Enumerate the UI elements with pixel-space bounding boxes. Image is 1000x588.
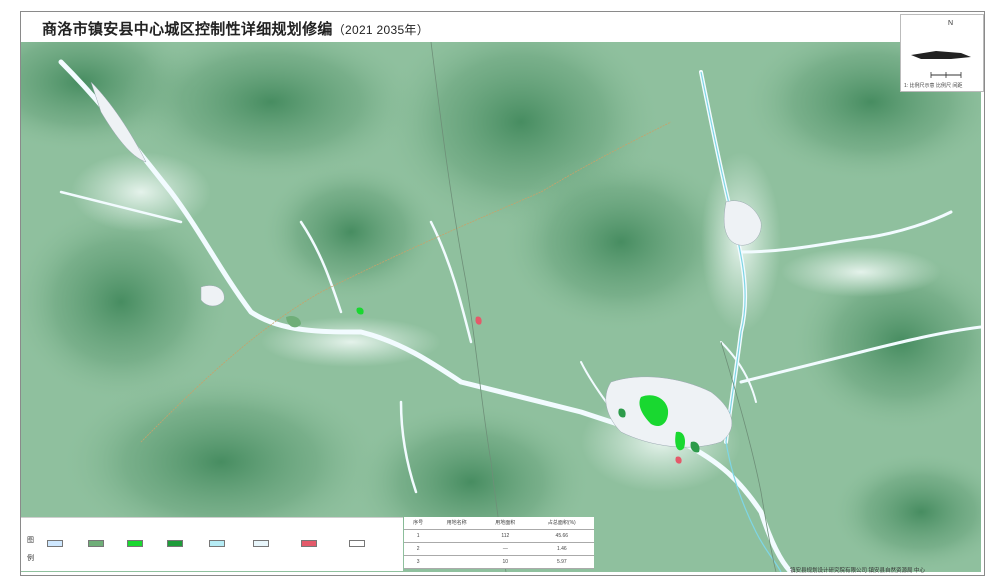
table-cell: 1.46: [529, 542, 594, 556]
table-cell: [432, 529, 481, 543]
north-arrow-panel: N 1: 比例尺示意 比例尺 间距: [900, 14, 984, 92]
table-cell: 45.66: [529, 529, 594, 543]
table-row: 2 — 1.46: [404, 542, 594, 556]
title-main: 商洛市镇安县中心城区控制性详细规划修编: [42, 21, 333, 38]
legend-swatch: [167, 540, 183, 547]
table-cell: 10: [481, 555, 530, 570]
legend-item-5: [209, 538, 251, 548]
land-use-table: 序号 用地名称 用地面积 占总面积(%) 1 112 45.66 2 — 1.4…: [404, 517, 594, 570]
scale-bar-icon: [911, 51, 971, 78]
legend-item-7: [301, 538, 343, 548]
legend-swatch: [209, 540, 225, 547]
table-cell: —: [481, 542, 530, 556]
table-cell: 5.97: [529, 555, 594, 570]
map-legend: 图 例: [21, 517, 403, 571]
legend-swatch: [47, 540, 63, 547]
legend-item-8: [349, 538, 391, 548]
terrain-map[interactable]: [21, 42, 981, 572]
map-title: 商洛市镇安县中心城区控制性详细规划修编（2021 2035年）: [42, 18, 429, 39]
table-cell: [432, 555, 481, 570]
legend-item-6: [253, 538, 295, 548]
table-header-row: 序号 用地名称 用地面积 占总面积(%): [404, 517, 594, 530]
legend-swatch: [301, 540, 317, 547]
table-cell: 1: [404, 529, 433, 543]
title-years: （2021 2035年）: [332, 23, 430, 37]
table-header: 占总面积(%): [529, 517, 594, 530]
credit-line: 镇安县规划设计研究院有限公司 镇安县自然资源局 中心: [790, 568, 926, 574]
table-header: 序号: [404, 517, 433, 530]
legend-swatch: [349, 540, 365, 547]
legend-item-2: [88, 538, 130, 548]
table-cell: [432, 542, 481, 556]
table-header: 用地名称: [432, 517, 481, 530]
table-cell: 2: [404, 542, 433, 556]
table-cell: 3: [404, 555, 433, 570]
table-header: 用地面积: [481, 517, 530, 530]
legend-title-line2: 例: [27, 555, 34, 562]
table-row: 3 10 5.97: [404, 555, 594, 570]
legend-swatch: [253, 540, 269, 547]
legend-item-3: [127, 538, 169, 548]
table-row: 1 112 45.66: [404, 529, 594, 543]
legend-title-line1: 图: [27, 537, 34, 544]
table-cell: 112: [481, 529, 530, 543]
legend-item-4: [167, 538, 209, 548]
legend-title: 图 例: [27, 532, 34, 568]
legend-item-1: [47, 538, 89, 548]
scale-caption: 1: 比例尺示意 比例尺 间距: [904, 83, 963, 89]
legend-swatch: [88, 540, 104, 547]
legend-swatch: [127, 540, 143, 547]
